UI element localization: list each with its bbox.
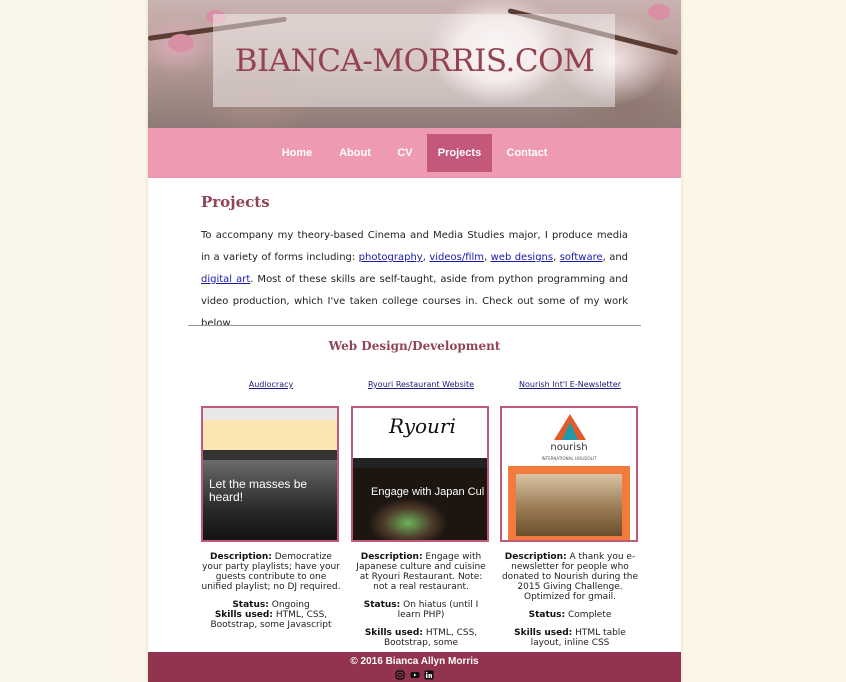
link-web-designs[interactable]: web designs [491,252,553,263]
thumbnail-caption: Engage with Japan Cul [371,486,485,498]
copyright-text: © 2016 Bianca Allyn Morris [350,656,479,667]
page-heading: Projects [201,193,270,211]
divider [188,325,641,326]
nav-projects[interactable]: Projects [427,134,492,172]
intro-text: , [484,252,491,263]
link-photography[interactable]: photography [359,252,423,263]
link-digital-art[interactable]: digital art [201,274,250,285]
description-label: Description: [360,552,423,562]
intro-paragraph: To accompany my theory-based Cinema and … [201,225,628,335]
project-link-nourish[interactable]: Nourish Int'l E-Newsletter [500,378,640,392]
thumbnail-caption: Let the masses be heard! [209,477,308,504]
linkedin-icon[interactable] [424,670,434,680]
nav-about[interactable]: About [331,134,379,172]
project-card-audiocracy: Audiocracy Let the masses be heard! Desc… [201,378,341,638]
nav-home[interactable]: Home [274,134,320,172]
intro-text: . Most of these skills are self-taught, … [201,274,628,329]
nourish-subtitle: INTERNATIONAL HOLIDOLIT [541,456,597,461]
status-text: Ongoing [271,600,310,610]
main-nav: Home About CV Projects Contact [148,128,681,178]
nourish-logo: nourish [550,442,588,453]
skills-label: Skills used: [514,628,573,638]
page-container: BIANCA-MORRIS.COM Home About CV Projects… [148,0,681,682]
project-link-ryouri[interactable]: Ryouri Restaurant Website [351,378,491,392]
project-card-ryouri: Ryouri Restaurant Website Ryouri Engage … [351,378,491,656]
project-link-audiocracy[interactable]: Audiocracy [201,378,341,392]
social-icons [148,670,681,682]
link-software[interactable]: software [560,252,603,263]
nav-contact[interactable]: Contact [500,134,554,172]
nav-cv[interactable]: CV [388,134,422,172]
project-thumbnail-ryouri[interactable]: Ryouri Engage with Japan Cul [351,406,489,542]
status-label: Status: [232,600,269,610]
main-content: Projects To accompany my theory-based Ci… [148,178,681,652]
project-card-nourish: Nourish Int'l E-Newsletter nourish INTER… [500,378,640,656]
project-thumbnail-nourish[interactable]: nourish INTERNATIONAL HOLIDOLIT [500,406,638,542]
status-label: Status: [363,600,401,610]
project-thumbnail-audiocracy[interactable]: Let the masses be heard! [201,406,339,542]
section-heading: Web Design/Development [328,339,501,353]
skills-label: Skills used: [214,610,273,620]
status-text: Complete [568,610,612,620]
youtube-icon[interactable] [410,670,420,680]
ryouri-logo: Ryouri [389,414,456,438]
project-details: Description: Engage with Japanese cultur… [351,552,491,648]
status-label: Status: [528,610,566,620]
header-banner: BIANCA-MORRIS.COM [148,0,681,128]
status-text: On hiatus (until I learn PHP) [397,600,479,620]
project-details: Description: A thank you e-newsletter fo… [500,552,640,648]
instagram-icon[interactable] [395,670,405,680]
description-label: Description: [504,552,567,562]
intro-text: , [553,252,560,263]
link-videos-film[interactable]: videos/film [429,252,484,263]
description-label: Description: [210,552,272,562]
skills-label: Skills used: [364,628,423,638]
footer: © 2016 Bianca Allyn Morris [148,652,681,682]
project-details: Description: Democratize your party play… [201,552,341,630]
site-title[interactable]: BIANCA-MORRIS.COM [148,43,681,79]
intro-text: , and [602,252,629,263]
